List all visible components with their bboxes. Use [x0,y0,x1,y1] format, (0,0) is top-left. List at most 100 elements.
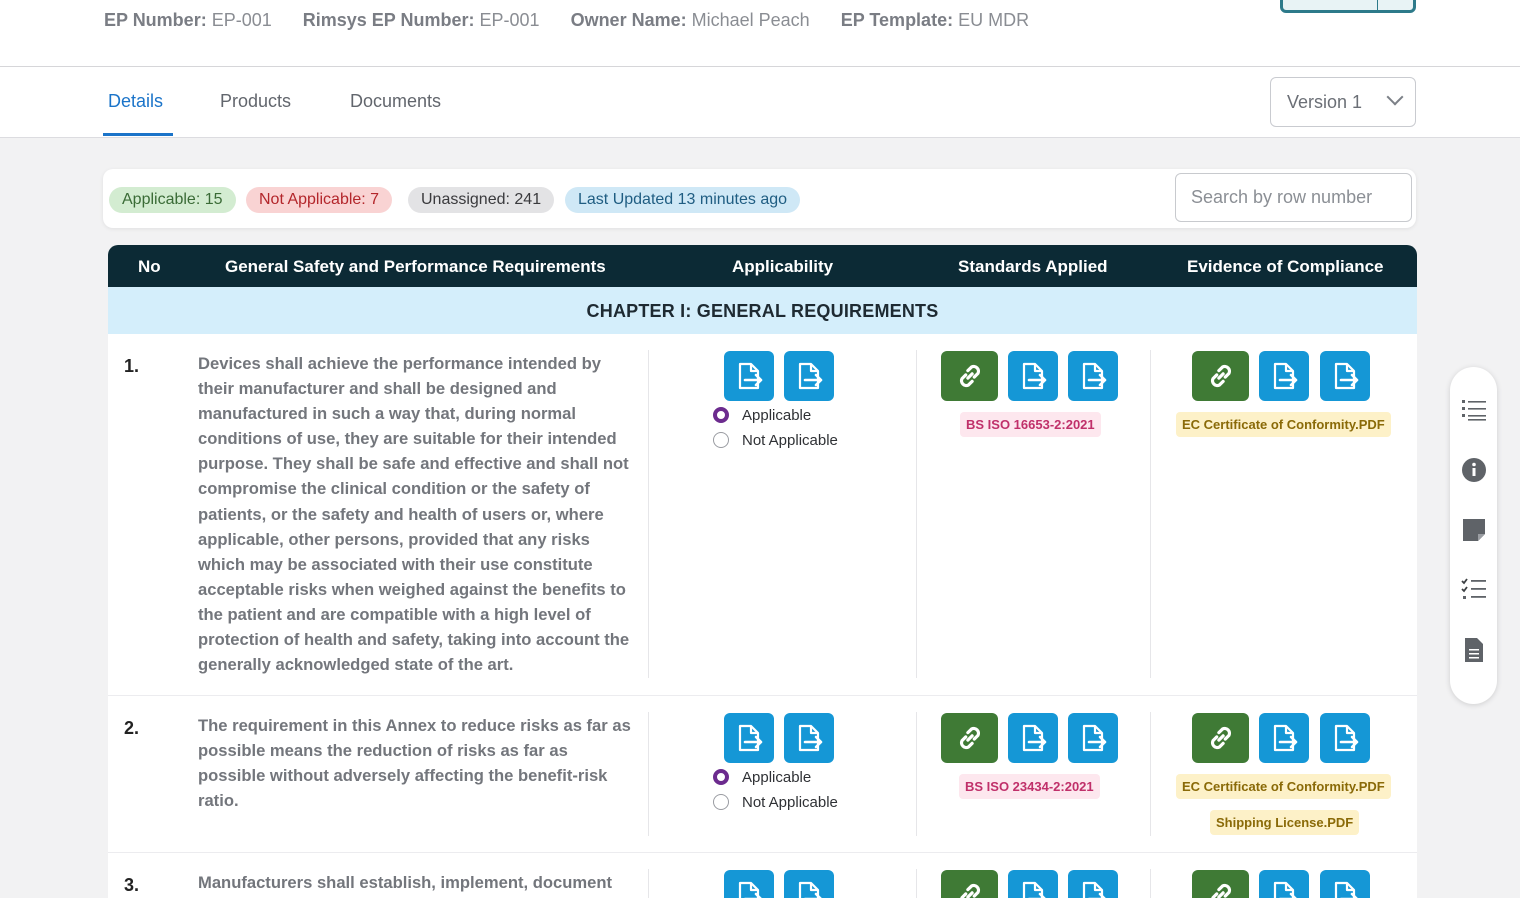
import-evidence-button[interactable] [1259,713,1309,763]
list-icon[interactable] [1461,397,1487,423]
table-row: 1. Devices shall achieve the performance… [108,334,1417,696]
row-number: 2. [124,718,140,738]
import-applicability-button[interactable] [724,351,774,401]
import-applicability-button[interactable] [724,713,774,763]
export-standard-button[interactable] [1068,351,1118,401]
export-evidence-button[interactable] [1320,351,1370,401]
import-evidence-button[interactable] [1259,870,1309,898]
requirement-text: Devices shall achieve the performance in… [198,354,630,675]
link-evidence-button[interactable] [1192,351,1249,401]
version-select[interactable]: Version 1 [1270,77,1416,127]
chapter-heading: CHAPTER I: GENERAL REQUIREMENTS [108,287,1417,334]
export-evidence-button[interactable] [1320,870,1370,898]
owner-name-field: Owner Name: Michael Peach [570,10,810,30]
file-import-icon [1330,361,1360,391]
tab-documents[interactable]: Documents [350,91,441,112]
column-header-requirements: General Safety and Performance Requireme… [225,257,606,276]
radio-not-applicable[interactable]: Not Applicable [713,432,838,449]
file-import-icon [734,880,764,898]
table-row: 3. Manufacturers shall establish, implem… [108,853,1417,898]
file-import-icon [734,723,764,753]
split-action-button[interactable] [1280,0,1416,13]
file-import-icon [1078,361,1108,391]
radio-selected-icon [713,769,729,785]
radio-selected-icon [713,407,729,423]
tab-bar: Details Products Documents Version 1 [0,67,1520,138]
link-standard-button[interactable] [941,713,998,763]
tab-products[interactable]: Products [220,91,291,112]
evidence-tag[interactable]: EC Certificate of Conformity.PDF [1176,412,1391,437]
export-applicability-button[interactable] [784,713,834,763]
link-icon [954,879,986,898]
import-applicability-button[interactable] [724,870,774,898]
link-icon [1205,360,1237,392]
radio-unselected-icon [713,794,729,810]
row-search-input[interactable] [1175,173,1412,222]
link-evidence-button[interactable] [1192,870,1249,898]
file-import-icon [794,361,824,391]
file-import-icon [1330,880,1360,898]
radio-applicable[interactable]: Applicable [713,407,811,424]
evidence-tag[interactable]: Shipping License.PDF [1210,810,1360,835]
rimsys-ep-number-field: Rimsys EP Number: EP-001 [302,10,540,30]
ep-template-field: EP Template: EU MDR [840,10,1030,30]
link-standard-button[interactable] [941,870,998,898]
tab-details[interactable]: Details [108,91,163,112]
column-header-standards: Standards Applied [958,257,1108,276]
gspr-table: No General Safety and Performance Requir… [108,245,1417,898]
export-applicability-button[interactable] [784,870,834,898]
standard-tag[interactable]: BS ISO 16653-2:2021 [960,412,1101,437]
export-applicability-button[interactable] [784,351,834,401]
file-import-icon [1018,361,1048,391]
requirement-text: The requirement in this Annex to reduce … [198,716,631,811]
link-icon [1205,722,1237,754]
radio-unselected-icon [713,432,729,448]
file-import-icon [794,880,824,898]
file-import-icon [794,723,824,753]
file-import-icon [1078,723,1108,753]
active-tab-indicator [103,133,173,136]
file-import-icon [1269,723,1299,753]
requirement-text: Manufacturers shall establish, implement… [198,873,613,892]
link-evidence-button[interactable] [1192,713,1249,763]
export-standard-button[interactable] [1068,870,1118,898]
table-header: No General Safety and Performance Requir… [108,245,1417,287]
file-import-icon [1269,880,1299,898]
file-import-icon [1018,723,1048,753]
link-icon [954,360,986,392]
radio-applicable[interactable]: Applicable [713,769,811,786]
import-standard-button[interactable] [1008,713,1058,763]
column-header-no: No [138,257,161,276]
link-icon [954,722,986,754]
column-header-evidence: Evidence of Compliance [1187,257,1384,276]
row-number: 1. [124,356,140,376]
export-standard-button[interactable] [1068,713,1118,763]
applicable-count-badge: Applicable: 15 [109,187,236,213]
file-import-icon [734,361,764,391]
checklist-icon[interactable] [1461,577,1487,603]
note-icon[interactable] [1461,517,1487,543]
status-summary-bar: Applicable: 15 Not Applicable: 7 Unassig… [103,169,1416,228]
export-evidence-button[interactable] [1320,713,1370,763]
import-standard-button[interactable] [1008,870,1058,898]
row-number: 3. [124,875,140,895]
last-updated-badge: Last Updated 13 minutes ago [565,187,801,213]
info-icon[interactable] [1461,457,1487,483]
right-tool-panel [1450,367,1497,704]
ep-number-field: EP Number: EP-001 [104,10,272,30]
not-applicable-count-badge: Not Applicable: 7 [246,187,393,213]
chevron-down-icon [1386,88,1404,106]
evidence-tag[interactable]: EC Certificate of Conformity.PDF [1176,774,1391,799]
unassigned-count-badge: Unassigned: 241 [408,187,555,213]
import-evidence-button[interactable] [1259,351,1309,401]
radio-not-applicable[interactable]: Not Applicable [713,794,838,811]
link-standard-button[interactable] [941,351,998,401]
column-header-applicability: Applicability [732,257,834,276]
record-meta: EP Number: EP-001 Rimsys EP Number: EP-0… [104,10,1029,31]
standard-tag[interactable]: BS ISO 23434-2:2021 [959,774,1100,799]
file-import-icon [1330,723,1360,753]
table-row: 2. The requirement in this Annex to redu… [108,696,1417,853]
import-standard-button[interactable] [1008,351,1058,401]
file-import-icon [1018,880,1048,898]
document-icon[interactable] [1461,637,1487,663]
